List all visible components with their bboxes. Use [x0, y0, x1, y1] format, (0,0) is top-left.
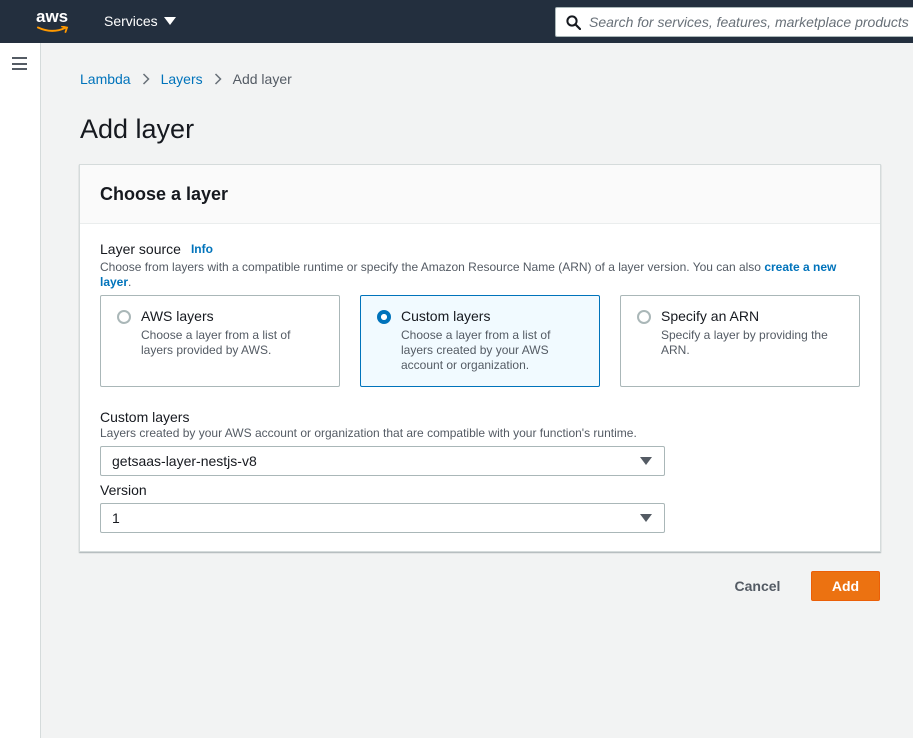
tile-specify-arn[interactable]: Specify an ARN Specify a layer by provid… — [620, 295, 860, 387]
version-label: Version — [100, 482, 147, 498]
tile-title: Specify an ARN — [661, 308, 760, 324]
tile-description: Specify a layer by providing the ARN. — [661, 328, 828, 357]
tile-title: Custom layers — [401, 308, 491, 324]
breadcrumb-current: Add layer — [232, 71, 292, 87]
dropdown-arrow-icon — [640, 514, 652, 522]
side-navigation — [0, 43, 41, 738]
breadcrumb-layers-link[interactable]: Layers — [161, 71, 203, 87]
info-link[interactable]: Info — [191, 242, 213, 256]
tile-title: AWS layers — [141, 308, 214, 324]
aws-logo-text: aws — [36, 7, 69, 26]
search-icon — [566, 14, 581, 30]
layer-source-description: Choose from layers with a compatible run… — [100, 260, 860, 290]
chevron-right-icon — [142, 73, 150, 85]
tile-aws-layers[interactable]: AWS layers Choose a layer from a list of… — [100, 295, 340, 387]
breadcrumb: Lambda Layers Add layer — [80, 71, 292, 87]
cancel-button[interactable]: Cancel — [720, 571, 795, 601]
tile-description: Choose a layer from a list of layers pro… — [141, 328, 291, 357]
custom-layers-radio[interactable] — [377, 310, 391, 324]
global-search[interactable] — [555, 7, 913, 37]
layer-source-description-end: . — [128, 275, 132, 289]
custom-layers-select[interactable]: getsaas-layer-nestjs-v8 — [100, 446, 665, 476]
add-button[interactable]: Add — [811, 571, 880, 601]
services-label: Services — [104, 13, 158, 29]
specify-arn-radio[interactable] — [637, 310, 651, 324]
aws-layers-radio[interactable] — [117, 310, 131, 324]
layer-source-label: Layer source — [100, 241, 181, 257]
panel-body: Layer source Info Choose from layers wit… — [80, 224, 880, 533]
choose-layer-panel: Choose a layer Layer source Info Choose … — [79, 164, 881, 552]
version-field: Version 1 — [100, 482, 860, 533]
panel-title: Choose a layer — [100, 184, 229, 204]
top-navigation-bar: aws Services — [0, 0, 913, 43]
tile-custom-layers[interactable]: Custom layers Choose a layer from a list… — [360, 295, 600, 387]
custom-layers-selected-value: getsaas-layer-nestjs-v8 — [112, 453, 257, 469]
services-menu-button[interactable]: Services — [104, 13, 176, 29]
version-selected-value: 1 — [112, 510, 120, 526]
layer-source-description-text: Choose from layers with a compatible run… — [100, 260, 765, 274]
menu-hamburger-icon[interactable] — [12, 57, 27, 70]
layer-source-label-row: Layer source Info — [100, 241, 860, 257]
aws-smile-icon — [37, 26, 69, 33]
dropdown-arrow-icon — [640, 457, 652, 465]
aws-logo[interactable]: aws — [36, 8, 72, 34]
chevron-right-icon — [214, 73, 222, 85]
breadcrumb-lambda-link[interactable]: Lambda — [80, 71, 131, 87]
page-title: Add layer — [80, 114, 195, 144]
custom-layers-field: Custom layers Layers created by your AWS… — [100, 409, 860, 476]
version-select[interactable]: 1 — [100, 503, 665, 533]
panel-header: Choose a layer — [80, 165, 880, 224]
custom-layers-label: Custom layers — [100, 409, 190, 425]
search-input[interactable] — [589, 14, 909, 30]
layer-source-tiles: AWS layers Choose a layer from a list of… — [100, 295, 860, 387]
tile-description: Choose a layer from a list of layers cre… — [401, 328, 551, 372]
caret-down-icon — [163, 17, 176, 25]
custom-layers-description: Layers created by your AWS account or or… — [100, 426, 637, 440]
